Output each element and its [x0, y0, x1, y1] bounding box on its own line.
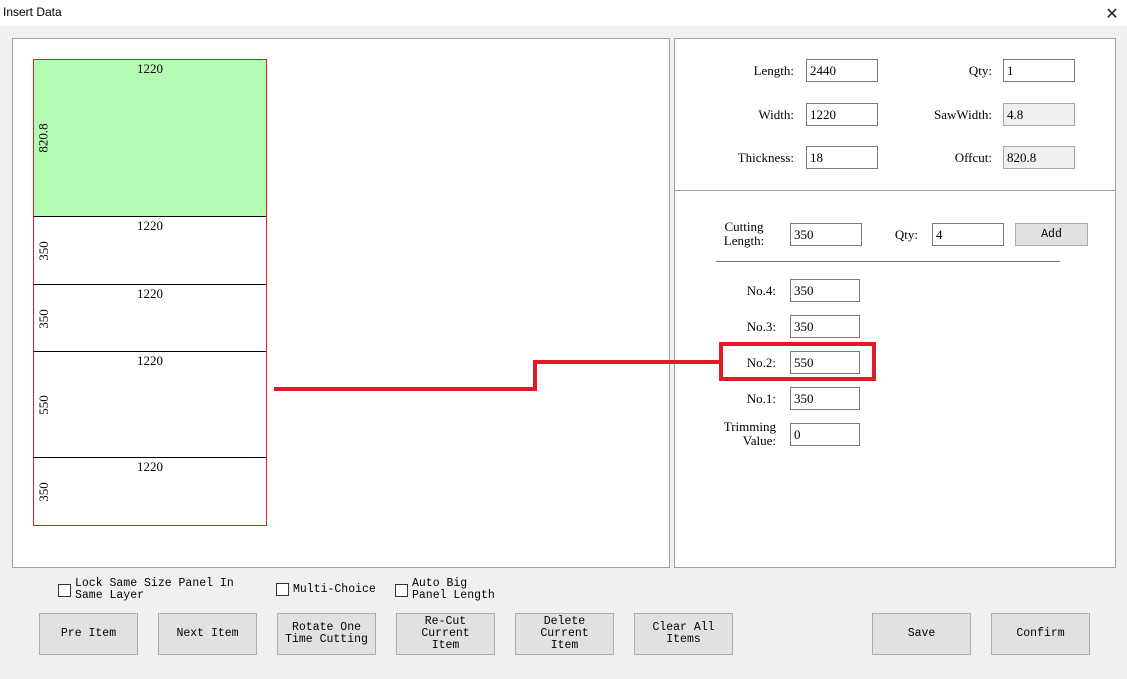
- clear-all-items-button[interactable]: Clear All Items: [634, 613, 733, 655]
- layout-preview-panel: 1220 820.8 1220 350 1220 350 1220 550 12…: [12, 38, 670, 568]
- checkbox-box[interactable]: [395, 583, 408, 597]
- button-label-line2: Time Cutting: [285, 633, 368, 646]
- sheet-qty-field[interactable]: 1: [1003, 59, 1075, 82]
- lock-same-size-checkbox[interactable]: Lock Same Size Panel In Same Layer: [58, 578, 234, 602]
- thickness-field[interactable]: 18: [806, 146, 878, 169]
- board-outline: 1220 820.8 1220 350 1220 350 1220 550 12…: [33, 59, 267, 526]
- no1-field[interactable]: 350: [790, 387, 860, 410]
- cut-piece[interactable]: 1220 350: [34, 457, 266, 525]
- pre-item-button[interactable]: Pre Item: [39, 613, 138, 655]
- sheet-qty-label: Qty:: [968, 63, 992, 78]
- length-field[interactable]: 2440: [806, 59, 878, 82]
- width-field[interactable]: 1220: [806, 103, 878, 126]
- recut-current-item-button[interactable]: Re-Cut Current Item: [396, 613, 495, 655]
- sawwidth-label: SawWidth:: [934, 107, 992, 122]
- trimming-label-line1: Trimming: [723, 419, 776, 434]
- no3-label: No.3:: [746, 319, 776, 334]
- button-label-line1: Delete Current: [540, 615, 589, 640]
- checkbox-box[interactable]: [58, 583, 71, 597]
- title-bar: Insert Data ✕: [0, 0, 1127, 26]
- checkbox-label: Auto Big Panel Length: [412, 578, 495, 602]
- close-icon[interactable]: ✕: [1097, 0, 1127, 26]
- piece-length-label-wrap: 350: [35, 458, 53, 526]
- button-label-line2: Item: [550, 639, 579, 652]
- no3-field[interactable]: 350: [790, 315, 860, 338]
- button-label-line2: Items: [666, 633, 701, 646]
- next-item-button[interactable]: Next Item: [158, 613, 257, 655]
- piece-width-label: 1220: [137, 61, 163, 76]
- window-title: Insert Data: [3, 5, 62, 19]
- separator: [716, 261, 1060, 262]
- piece-width-label: 1220: [137, 286, 163, 301]
- highlight-connector: [533, 360, 537, 391]
- cutting-qty-field[interactable]: 4: [932, 223, 1004, 246]
- piece-width-label: 1220: [137, 353, 163, 368]
- cutting-qty-label: Qty:: [894, 227, 918, 242]
- no4-field[interactable]: 350: [790, 279, 860, 302]
- offcut-field: 820.8: [1003, 146, 1075, 169]
- cutting-length-label-line2: Length:: [723, 233, 765, 248]
- save-button[interactable]: Save: [872, 613, 971, 655]
- button-label-line1: Re-Cut Current: [421, 615, 470, 640]
- piece-length-label: 820.8: [36, 123, 51, 153]
- highlight-box: [719, 342, 876, 381]
- width-label: Width:: [758, 107, 794, 122]
- button-label-line2: Item: [431, 639, 460, 652]
- piece-width-label: 1220: [137, 218, 163, 233]
- delete-current-item-button[interactable]: Delete Current Item: [515, 613, 614, 655]
- piece-length-label-wrap: 350: [35, 285, 53, 352]
- length-label: Length:: [753, 63, 794, 78]
- cut-piece[interactable]: 1220 350: [34, 284, 266, 351]
- piece-width-label: 1220: [137, 459, 163, 474]
- add-button[interactable]: Add: [1015, 223, 1088, 246]
- auto-big-panel-checkbox[interactable]: Auto Big Panel Length: [395, 578, 495, 602]
- checkbox-label: Lock Same Size Panel In Same Layer: [75, 578, 234, 602]
- cutting-length-label-line1: Cutting: [724, 219, 764, 234]
- piece-length-label: 350: [36, 241, 51, 261]
- piece-length-label: 550: [36, 395, 51, 415]
- checkbox-label-line2: Panel Length: [412, 589, 495, 602]
- trimming-field[interactable]: 0: [790, 423, 860, 446]
- piece-length-label: 350: [36, 482, 51, 502]
- piece-length-label-wrap: 550: [35, 352, 53, 458]
- trimming-label-line2: Value:: [742, 433, 776, 448]
- cut-piece[interactable]: 1220 550: [34, 351, 266, 457]
- checkbox-box[interactable]: [276, 583, 289, 596]
- sawwidth-field: 4.8: [1003, 103, 1075, 126]
- no4-label: No.4:: [746, 283, 776, 298]
- rotate-one-time-cutting-button[interactable]: Rotate One Time Cutting: [277, 613, 376, 655]
- checkbox-label: Multi-Choice: [293, 582, 376, 596]
- cutting-length-field[interactable]: 350: [790, 223, 862, 246]
- highlight-connector: [274, 387, 537, 391]
- multi-choice-checkbox[interactable]: Multi-Choice: [276, 583, 376, 596]
- piece-length-label-wrap: 350: [35, 217, 53, 285]
- checkbox-label-line2: Same Layer: [75, 589, 145, 602]
- cutting-length-label: Cutting Length:: [712, 220, 776, 248]
- cut-piece[interactable]: 1220 350: [34, 216, 266, 284]
- confirm-button[interactable]: Confirm: [991, 613, 1090, 655]
- offcut-piece[interactable]: 1220 820.8: [34, 60, 266, 216]
- piece-length-label-wrap: 820.8: [35, 60, 53, 216]
- trimming-label: Trimming Value:: [700, 420, 776, 448]
- offcut-label: Offcut:: [954, 150, 992, 165]
- no1-label: No.1:: [746, 391, 776, 406]
- piece-length-label: 350: [36, 308, 51, 329]
- thickness-label: Thickness:: [737, 150, 794, 165]
- highlight-connector: [533, 360, 721, 364]
